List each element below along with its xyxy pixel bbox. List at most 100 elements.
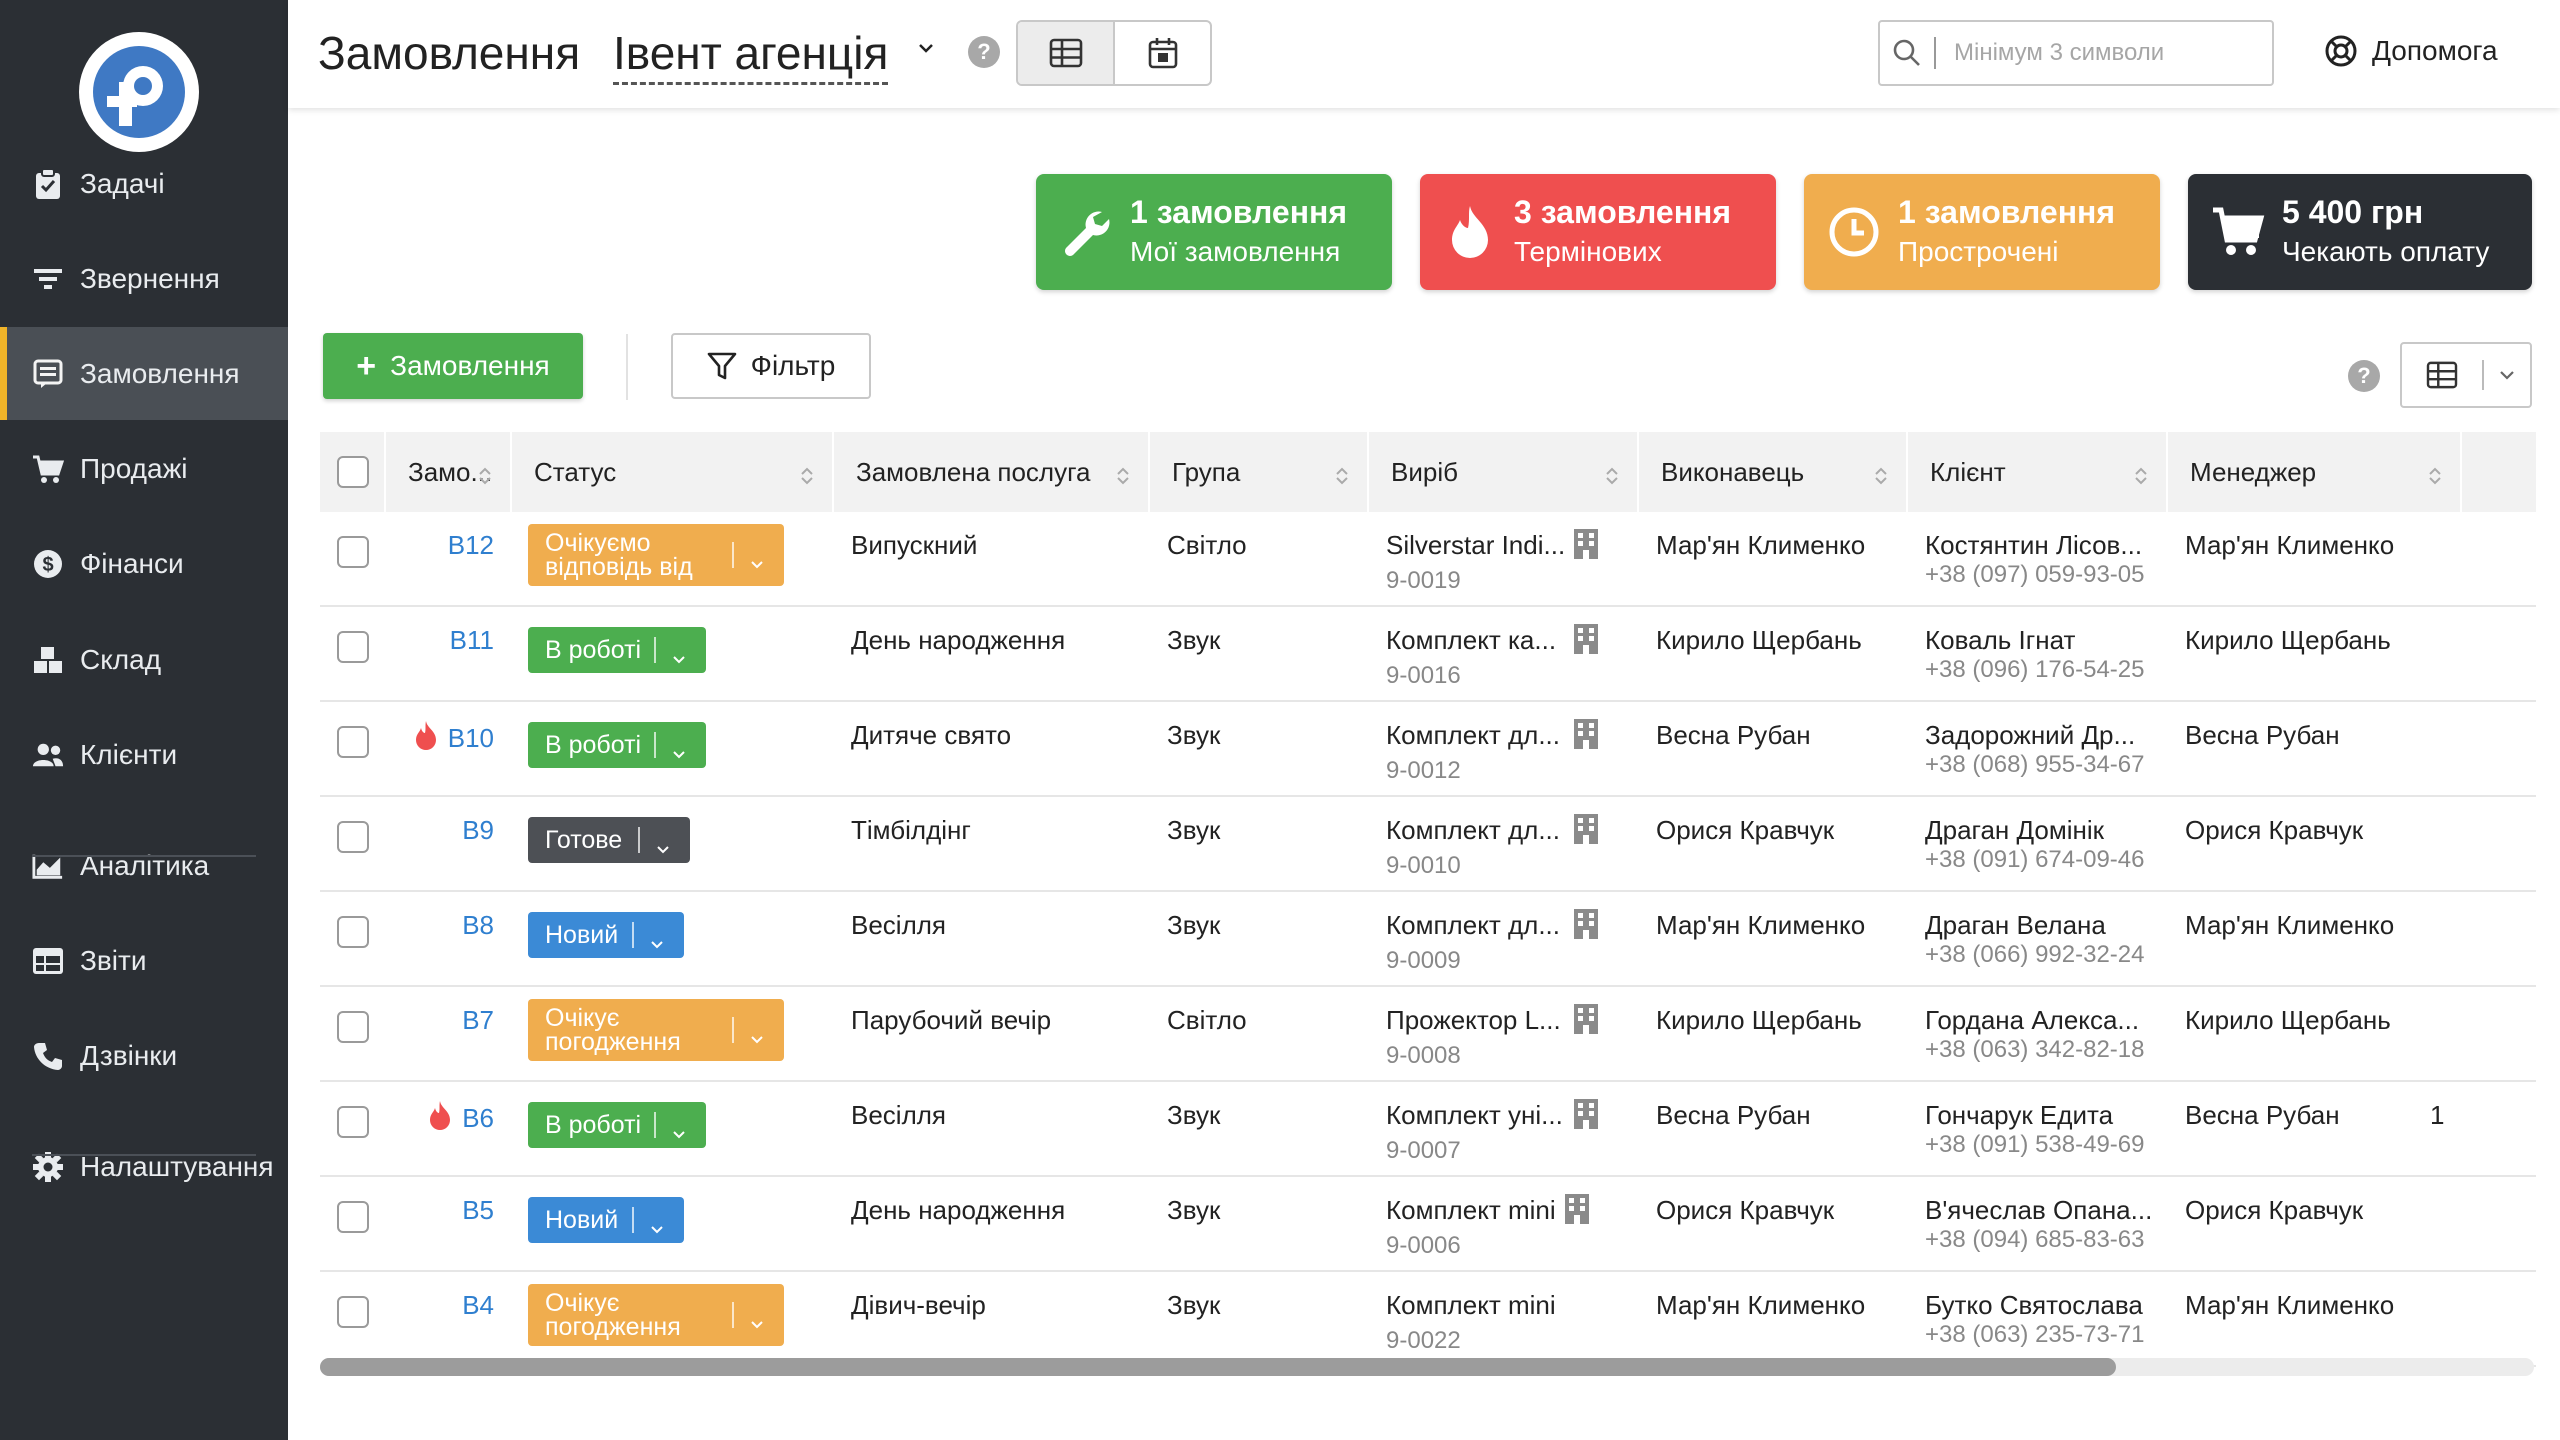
column-header-2[interactable]: Замовлена послуга xyxy=(834,432,1150,512)
table-row[interactable]: B10 В роботі Дитяче свято Звук Комплект дл..… xyxy=(320,702,2536,797)
table-row[interactable]: B7 Очікує погодження Парубочий вечір Світло… xyxy=(320,987,2536,1082)
order-number-link[interactable]: B10 xyxy=(448,723,494,754)
order-number-cell: B6 xyxy=(386,1082,512,1177)
sort-icon[interactable] xyxy=(1116,462,1130,493)
row-checkbox[interactable] xyxy=(337,1106,369,1138)
row-checkbox[interactable] xyxy=(337,916,369,948)
row-checkbox[interactable] xyxy=(337,726,369,758)
status-dropdown[interactable]: В роботі xyxy=(528,1102,706,1148)
horizontal-scrollbar[interactable] xyxy=(320,1358,2534,1376)
dollar-circle-icon: $ xyxy=(32,548,64,580)
order-number-link[interactable]: B8 xyxy=(462,910,494,941)
search-input[interactable] xyxy=(1954,39,2244,67)
table-row[interactable]: B12 Очікуємо відповідь від Випускний Світло… xyxy=(320,512,2536,607)
product-name: Комплект mini xyxy=(1386,1290,1556,1320)
table-row[interactable]: B4 Очікує погодження Дівич-вечір Звук Компле… xyxy=(320,1272,2536,1367)
column-header-0[interactable]: Замо... xyxy=(386,432,512,512)
card-my-orders[interactable]: 1 замовлення Мої замовлення xyxy=(1036,174,1392,290)
card-urgent[interactable]: 3 замовлення Термінових xyxy=(1420,174,1776,290)
scrollbar-thumb[interactable] xyxy=(320,1358,2116,1376)
client-name: В'ячеслав Опана... xyxy=(1925,1195,2153,1225)
table-row[interactable]: B11 В роботі День народження Звук Комплект к… xyxy=(320,607,2536,702)
clipboard-check-icon xyxy=(32,167,64,200)
status-dropdown[interactable]: Готове xyxy=(528,817,690,863)
column-header-5[interactable]: Виконавець xyxy=(1639,432,1908,512)
add-order-button[interactable]: + Замовлення xyxy=(323,333,583,399)
sidebar-item-0[interactable]: Задачі xyxy=(0,137,288,230)
order-number-link[interactable]: B12 xyxy=(448,530,494,561)
app-logo[interactable] xyxy=(79,32,199,152)
clock-icon xyxy=(1829,207,1879,257)
select-all-checkbox[interactable] xyxy=(337,456,369,488)
filter-button[interactable]: Фільтр xyxy=(671,333,871,399)
product-code: 9-0006 xyxy=(1386,1232,1461,1259)
sidebar-item-8[interactable]: Звіти xyxy=(0,914,288,1007)
order-number-cell: B7 xyxy=(386,987,512,1082)
column-header-4[interactable]: Виріб xyxy=(1369,432,1639,512)
row-checkbox[interactable] xyxy=(337,1011,369,1043)
row-checkbox[interactable] xyxy=(337,1296,369,1328)
order-number-link[interactable]: B9 xyxy=(462,815,494,846)
group-cell: Звук xyxy=(1167,625,1221,655)
order-number-link[interactable]: B7 xyxy=(462,1005,494,1036)
order-number-link[interactable]: B6 xyxy=(462,1103,494,1134)
sidebar-item-1[interactable]: Звернення xyxy=(0,232,288,325)
status-dropdown[interactable]: Новий xyxy=(528,912,684,958)
order-number-link[interactable]: B5 xyxy=(462,1195,494,1226)
chevron-down-icon[interactable] xyxy=(918,42,934,54)
row-checkbox[interactable] xyxy=(337,536,369,568)
sort-icon[interactable] xyxy=(1335,462,1349,493)
order-number-link[interactable]: B11 xyxy=(450,625,494,656)
sort-icon[interactable] xyxy=(1605,462,1619,493)
row-checkbox[interactable] xyxy=(337,821,369,853)
table-row[interactable]: B6 В роботі Весілля Звук Комплект уні... 9-00… xyxy=(320,1082,2536,1177)
card-subtitle: Термінових xyxy=(1514,236,1662,267)
status-dropdown[interactable]: В роботі xyxy=(528,722,706,768)
sidebar-item-5[interactable]: Склад xyxy=(0,613,288,706)
table-row[interactable]: B9 Готове Тімбілдінг Звук Комплект дл... 9-00… xyxy=(320,797,2536,892)
service-cell: Тімбілдінг xyxy=(851,815,971,845)
sort-icon[interactable] xyxy=(800,462,814,493)
executor-cell: Мар'ян Клименко xyxy=(1656,910,1866,940)
chevron-down-icon xyxy=(750,1308,764,1337)
sort-icon[interactable] xyxy=(478,462,492,493)
column-header-3[interactable]: Група xyxy=(1150,432,1369,512)
help-tooltip-icon[interactable]: ? xyxy=(2348,360,2380,392)
table-view-button[interactable] xyxy=(1018,22,1115,84)
service-cell: Випускний xyxy=(851,530,978,560)
card-overdue[interactable]: 1 замовлення Прострочені xyxy=(1804,174,2160,290)
column-header-1[interactable]: Статус xyxy=(512,432,834,512)
agency-selector[interactable]: Івент агенція xyxy=(613,26,889,85)
sidebar-item-10[interactable]: Налаштування xyxy=(0,1120,288,1213)
building-icon xyxy=(1573,813,1599,852)
status-dropdown[interactable]: Очікуємо відповідь від xyxy=(528,524,784,586)
sidebar-item-9[interactable]: Дзвінки xyxy=(0,1009,288,1102)
table-row[interactable]: B8 Новий Весілля Звук Комплект дл... 9-0009 Ма… xyxy=(320,892,2536,987)
status-cell: В роботі xyxy=(528,1082,834,1177)
sidebar-item-7[interactable]: Аналітика xyxy=(0,819,288,912)
client-name: Драган Домінік xyxy=(1925,815,2105,845)
toolbar-divider xyxy=(626,334,628,400)
status-dropdown[interactable]: В роботі xyxy=(528,627,706,673)
help-link[interactable]: Допомога xyxy=(2324,34,2498,68)
columns-settings-button[interactable] xyxy=(2400,342,2532,408)
sort-icon[interactable] xyxy=(1874,462,1888,493)
boxes-icon xyxy=(32,644,64,676)
sidebar-item-2[interactable]: Замовлення xyxy=(0,327,288,420)
status-dropdown[interactable]: Очікує погодження xyxy=(528,1284,784,1346)
sidebar-item-3[interactable]: Продажі xyxy=(0,422,288,515)
sidebar-item-6[interactable]: Клієнти xyxy=(0,708,288,801)
row-checkbox[interactable] xyxy=(337,1201,369,1233)
row-checkbox[interactable] xyxy=(337,631,369,663)
help-tooltip-icon[interactable]: ? xyxy=(968,36,1000,68)
card-awaiting-payment[interactable]: 5 400 грн Чекають оплату xyxy=(2188,174,2532,290)
column-header-6[interactable]: Клієнт xyxy=(1908,432,2168,512)
status-dropdown[interactable]: Очікує погодження xyxy=(528,999,784,1061)
order-number-link[interactable]: B4 xyxy=(462,1290,494,1321)
calendar-view-button[interactable] xyxy=(1115,22,1210,84)
status-dropdown[interactable]: Новий xyxy=(528,1197,684,1243)
sort-icon[interactable] xyxy=(2134,462,2148,493)
table-row[interactable]: B5 Новий День народження Звук Комплект mini 9… xyxy=(320,1177,2536,1272)
status-label: В роботі xyxy=(545,731,642,759)
sidebar-item-4[interactable]: $ Фінанси xyxy=(0,517,288,610)
